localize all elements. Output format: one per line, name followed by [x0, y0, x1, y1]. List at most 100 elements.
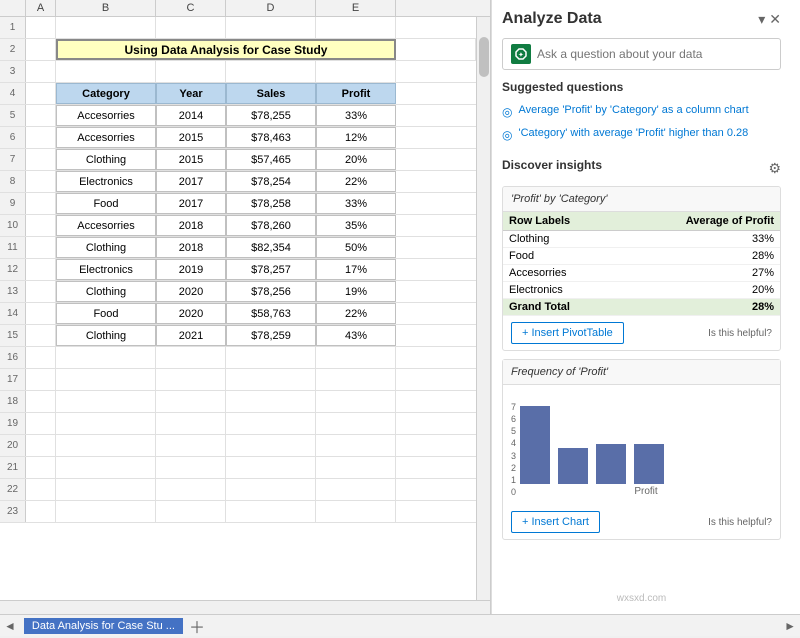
cell-1c[interactable] — [156, 17, 226, 38]
chart-bars — [520, 406, 772, 484]
panel-title: Analyze Data — [502, 10, 602, 28]
table-row: 3 — [0, 61, 476, 83]
col-header-d[interactable]: D — [226, 0, 316, 16]
cell-4c[interactable]: Year — [156, 83, 226, 104]
table-row: 18 — [0, 391, 476, 413]
cell-2a[interactable] — [26, 39, 56, 60]
insight-title: 'Profit' by 'Category' — [503, 187, 780, 212]
row-num: 10 — [0, 215, 26, 236]
chart-insight-card: Frequency of 'Profit' 7 6 5 4 3 2 1 0 — [502, 359, 781, 540]
pivot-total-value: 28% — [620, 299, 780, 316]
row-num: 15 — [0, 325, 26, 346]
col-header-b[interactable]: B — [56, 0, 156, 16]
question-item[interactable]: ◎ Average 'Profit' by 'Category' as a co… — [502, 100, 781, 123]
table-row: 23 — [0, 501, 476, 523]
bar — [596, 444, 626, 484]
cell-1b[interactable] — [56, 17, 156, 38]
excel-app: A B C D E 1 — [0, 0, 800, 636]
table-row: 21 — [0, 457, 476, 479]
table-row: 1 — [0, 17, 476, 39]
cell-3b[interactable] — [56, 61, 156, 82]
corner-cell — [0, 0, 26, 16]
card-footer: + Insert Chart Is this helpful? — [503, 505, 780, 539]
pivot-value: 28% — [620, 248, 780, 265]
scrollbar-thumb[interactable] — [479, 37, 489, 77]
pivot-col2: Average of Profit — [620, 212, 780, 231]
bar — [634, 444, 664, 484]
discover-header: Discover insights ⚙ — [502, 158, 781, 178]
cell-3d[interactable] — [226, 61, 316, 82]
pivot-value: 27% — [620, 265, 780, 282]
list-item: Food 28% — [503, 248, 780, 265]
chart-area: 7 6 5 4 3 2 1 0 — [503, 385, 780, 505]
rows-wrapper: 1 2 Using Data Analysis for Case Study — [0, 17, 490, 600]
col-header-c[interactable]: C — [156, 0, 226, 16]
suggested-questions-section: Suggested questions ◎ Average 'Profit' b… — [502, 80, 781, 146]
horizontal-scrollbar[interactable] — [0, 600, 490, 614]
settings-icon[interactable]: ⚙ — [768, 160, 781, 177]
table-row: 15 Clothing 2021 $78,259 43% — [0, 325, 476, 347]
table-row: 13 Clothing 2020 $78,256 19% — [0, 281, 476, 303]
vertical-scrollbar[interactable] — [476, 17, 490, 600]
question-text-2: 'Category' with average 'Profit' higher … — [518, 127, 748, 139]
question-item[interactable]: ◎ 'Category' with average 'Profit' highe… — [502, 123, 781, 146]
question-icon: ◎ — [502, 105, 512, 119]
row-num: 2 — [0, 39, 26, 60]
list-item: Clothing 33% — [503, 231, 780, 248]
cell-3a[interactable] — [26, 61, 56, 82]
add-sheet-button[interactable]: ＋ — [183, 614, 211, 638]
helpful-text: Is this helpful? — [708, 517, 772, 528]
cell-1e[interactable] — [316, 17, 396, 38]
insert-chart-button[interactable]: + Insert Chart — [511, 511, 600, 533]
card-footer: + Insert PivotTable Is this helpful? — [503, 316, 780, 350]
discover-insights-section: Discover insights ⚙ 'Profit' by 'Categor… — [502, 158, 781, 548]
search-box[interactable]: ✦ — [502, 38, 781, 70]
row-num: 12 — [0, 259, 26, 280]
main-area: A B C D E 1 — [0, 0, 800, 614]
cell-4a[interactable] — [26, 83, 56, 104]
cell-2e[interactable] — [396, 39, 476, 60]
cell-1a[interactable] — [26, 17, 56, 38]
row-num: 4 — [0, 83, 26, 104]
cell-4b[interactable]: Category — [56, 83, 156, 104]
pivot-col1: Row Labels — [503, 212, 620, 231]
right-arrow-icon[interactable]: ► — [780, 619, 800, 633]
left-arrow-icon[interactable]: ◄ — [0, 619, 20, 633]
helpful-text: Is this helpful? — [708, 328, 772, 339]
row-num: 11 — [0, 237, 26, 258]
chevron-down-icon[interactable]: ▾ — [758, 11, 765, 28]
col-header-scroll — [396, 0, 416, 16]
bar-group — [596, 444, 626, 484]
cell-3e[interactable] — [316, 61, 396, 82]
search-input[interactable] — [537, 47, 772, 61]
table-row: 6 Accesorries 2015 $78,463 12% — [0, 127, 476, 149]
table-row: 7 Clothing 2015 $57,465 20% — [0, 149, 476, 171]
pivot-label: Accesorries — [503, 265, 620, 282]
close-icon[interactable]: ✕ — [769, 11, 781, 28]
suggested-label: Suggested questions — [502, 80, 781, 94]
panel-header: Analyze Data ▾ ✕ — [502, 10, 781, 28]
cell-1d[interactable] — [226, 17, 316, 38]
table-row: 10 Accesorries 2018 $78,260 35% — [0, 215, 476, 237]
table-row: 4 Category Year Sales Profit — [0, 83, 476, 105]
cell-4e[interactable]: Profit — [316, 83, 396, 104]
col-headers: A B C D E — [0, 0, 490, 17]
col-header-e[interactable]: E — [316, 0, 396, 16]
discover-label: Discover insights — [502, 158, 602, 172]
bottom-bar: ◄ Data Analysis for Case Stu ... ＋ ► — [0, 614, 800, 636]
col-header-a[interactable]: A — [26, 0, 56, 16]
cell-3c[interactable] — [156, 61, 226, 82]
title-cell[interactable]: Using Data Analysis for Case Study — [56, 39, 396, 60]
table-row: 22 — [0, 479, 476, 501]
insert-pivot-button[interactable]: + Insert PivotTable — [511, 322, 624, 344]
sheet-tab[interactable]: Data Analysis for Case Stu ... — [24, 618, 183, 634]
cell-4d[interactable]: Sales — [226, 83, 316, 104]
pivot-label: Clothing — [503, 231, 620, 248]
pivot-label: Food — [503, 248, 620, 265]
pivot-total-row: Grand Total 28% — [503, 299, 780, 316]
pivot-value: 33% — [620, 231, 780, 248]
table-row: 19 — [0, 413, 476, 435]
chart-title: Frequency of 'Profit' — [503, 360, 780, 385]
watermark: wxsxd.com — [502, 593, 781, 604]
bar-group — [558, 448, 588, 484]
